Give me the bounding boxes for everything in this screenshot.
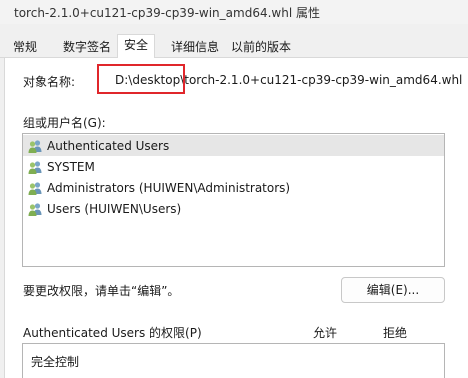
permissions-header: Authenticated Users 的权限(P): [23, 326, 202, 340]
properties-dialog: torch-2.1.0+cu121-cp39-cp39-win_amd64.wh…: [0, 0, 468, 378]
deny-column-header: 拒绝: [383, 326, 408, 340]
change-permissions-hint: 要更改权限，请单击“编辑”。: [23, 284, 180, 298]
tab-general[interactable]: 常规: [6, 36, 44, 58]
edit-button[interactable]: 编辑(E)...: [341, 277, 445, 303]
tab-security[interactable]: 安全: [117, 34, 156, 59]
title-bar[interactable]: torch-2.1.0+cu121-cp39-cp39-win_amd64.wh…: [0, 0, 468, 24]
users-group-icon: [28, 160, 42, 174]
tab-digital-signatures[interactable]: 数字签名: [56, 36, 118, 58]
user-row-label: Users (HUIWEN\Users): [47, 201, 182, 216]
highlight-annotation-box: [97, 64, 185, 94]
object-name-label: 对象名称:: [23, 75, 76, 89]
security-panel: 对象名称: D:\desktop\torch-2.1.0+cu121-cp39-…: [4, 58, 468, 378]
user-row-label: SYSTEM: [47, 159, 95, 174]
tab-details[interactable]: 详细信息: [164, 36, 226, 58]
permissions-list[interactable]: 完全控制: [22, 343, 445, 378]
users-group-icon: [28, 181, 42, 195]
user-row-users[interactable]: Users (HUIWEN\Users): [23, 198, 444, 219]
user-row-label: Administrators (HUIWEN\Administrators): [47, 180, 291, 195]
permission-row-full-control: 完全控制: [31, 355, 80, 369]
group-or-user-names-label: 组或用户名(G):: [23, 116, 106, 130]
tab-strip: 常规 数字签名 安全 详细信息 以前的版本: [0, 34, 468, 59]
user-row-label: Authenticated Users: [47, 138, 170, 153]
user-row-administrators[interactable]: Administrators (HUIWEN\Administrators): [23, 177, 444, 198]
allow-column-header: 允许: [313, 326, 338, 340]
users-group-icon: [28, 202, 42, 216]
user-row-system[interactable]: SYSTEM: [23, 156, 444, 177]
window-title: torch-2.1.0+cu121-cp39-cp39-win_amd64.wh…: [14, 6, 320, 20]
user-row-authenticated-users[interactable]: Authenticated Users: [23, 135, 444, 156]
tab-previous-versions[interactable]: 以前的版本: [224, 36, 298, 58]
group-user-list[interactable]: Authenticated Users SYSTEM Administrator…: [22, 133, 445, 267]
users-group-icon: [28, 139, 42, 153]
